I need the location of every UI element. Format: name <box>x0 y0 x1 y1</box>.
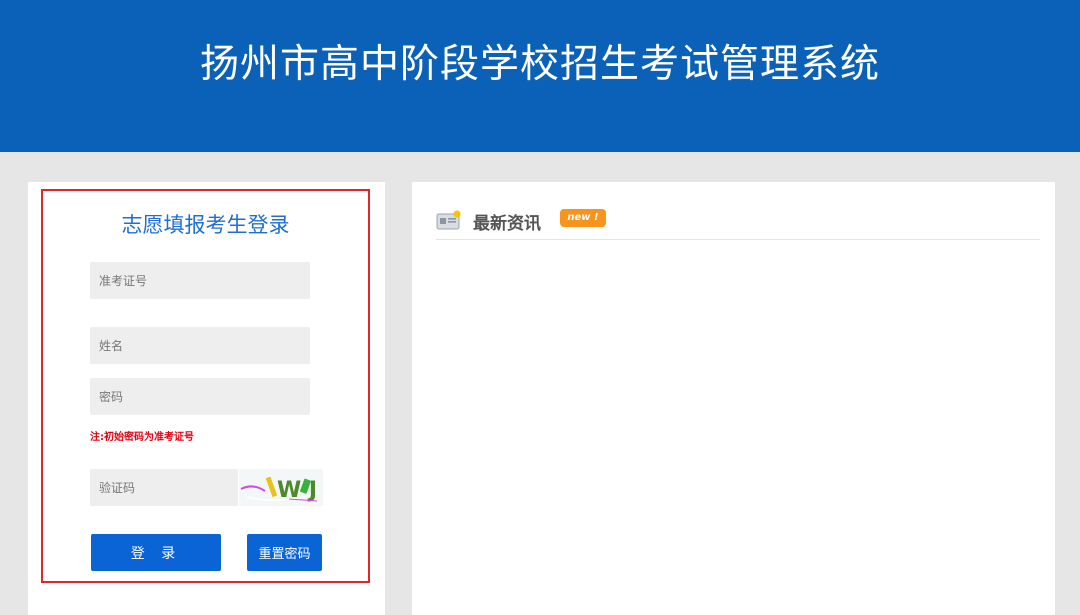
new-badge: new ! <box>560 209 606 227</box>
reset-password-button[interactable]: 重置密码 <box>247 534 322 571</box>
news-title: 最新资讯 <box>473 214 541 234</box>
password-input[interactable] <box>90 378 310 415</box>
login-button[interactable]: 登 录 <box>91 534 221 571</box>
exam-id-input[interactable] <box>90 262 310 299</box>
login-title: 志愿填报考生登录 <box>121 213 290 237</box>
site-header: 扬州市高中阶段学校招生考试管理系统 <box>0 0 1080 152</box>
login-highlight-frame: 志愿填报考生登录 注:初始密码为准考证号 W J 登 录 重置密码 <box>41 189 370 583</box>
captcha-image[interactable]: W J <box>239 469 323 506</box>
password-note: 注:初始密码为准考证号 <box>90 432 194 443</box>
login-panel: 志愿填报考生登录 注:初始密码为准考证号 W J 登 录 重置密码 <box>28 182 385 615</box>
site-title: 扬州市高中阶段学校招生考试管理系统 <box>199 42 880 87</box>
news-header: 最新资讯 new ! <box>436 209 1040 240</box>
captcha-input[interactable] <box>90 469 238 506</box>
news-panel: 最新资讯 new ! <box>412 182 1055 615</box>
name-input[interactable] <box>90 327 310 364</box>
news-icon <box>436 209 462 231</box>
